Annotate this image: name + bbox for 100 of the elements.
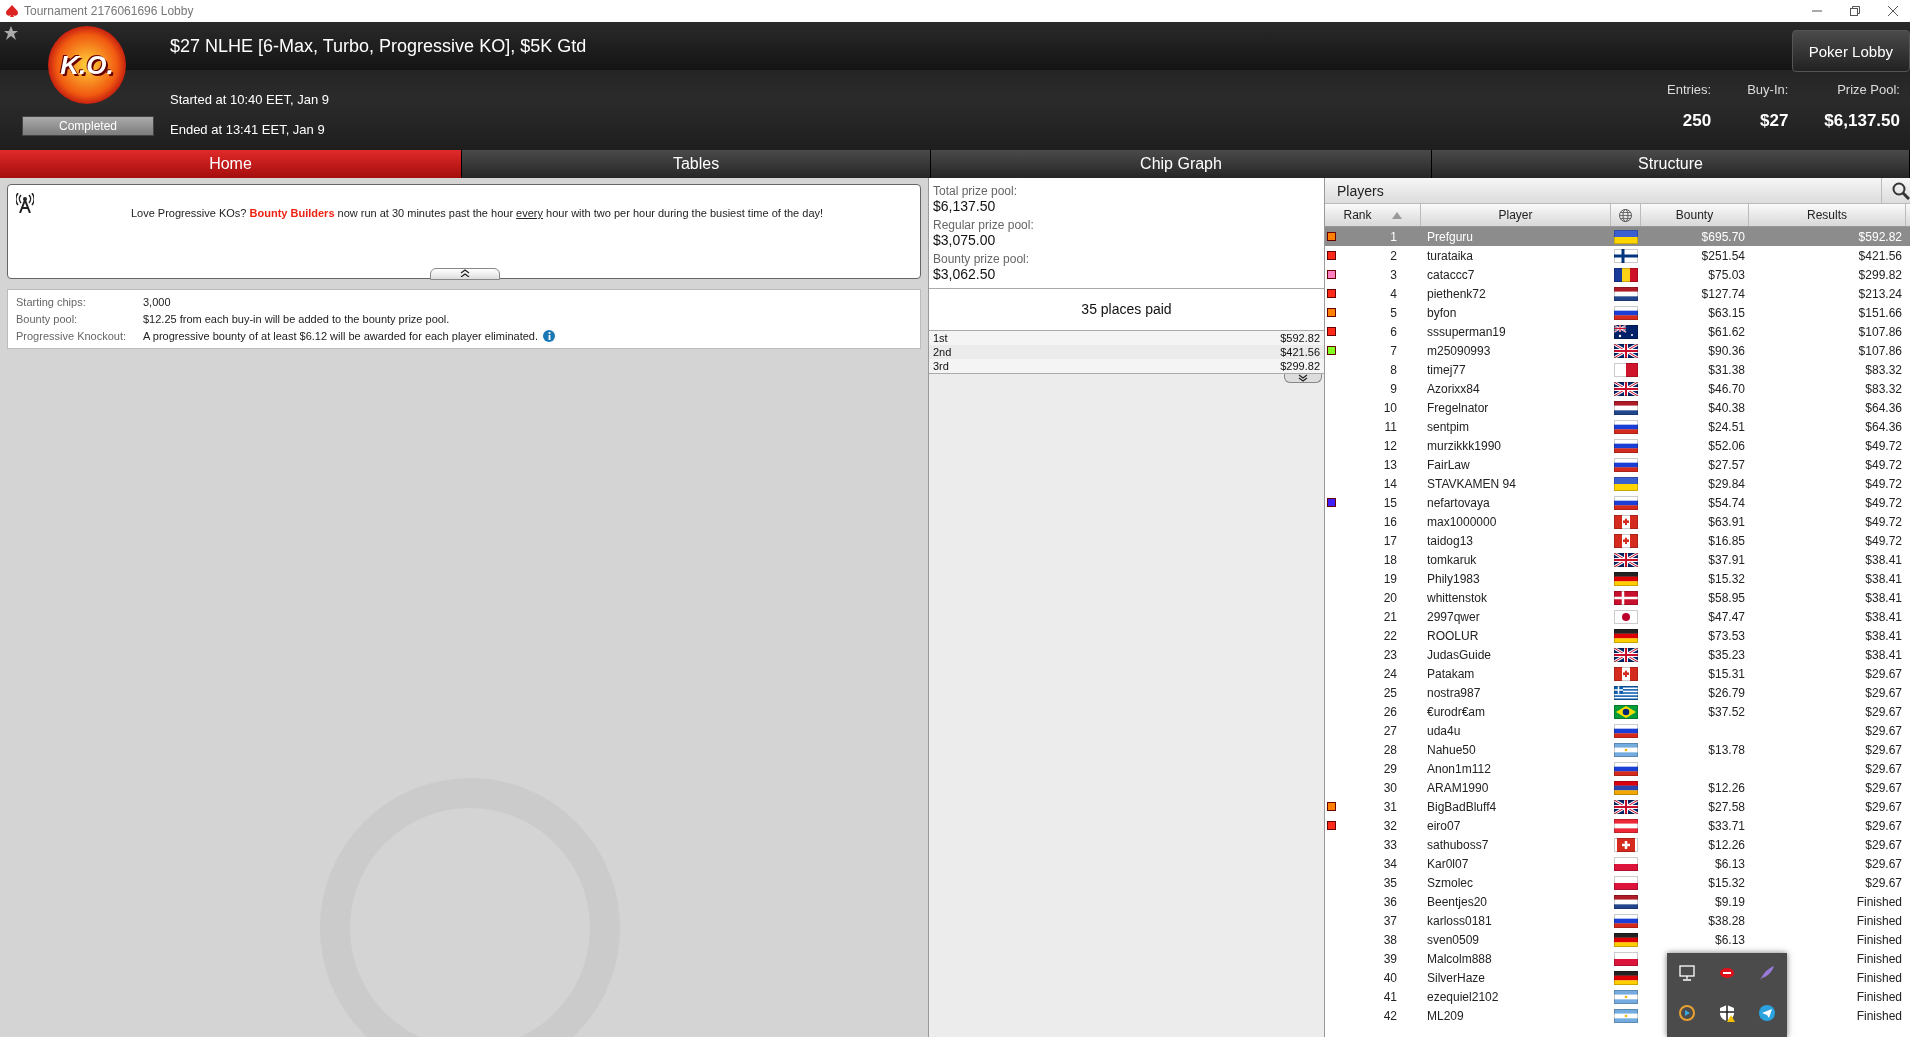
player-row[interactable]: 6 sssuperman19 $61.62 $107.86	[1325, 322, 1910, 341]
player-name: ezequiel2102	[1426, 989, 1500, 1004]
rank-cell-text: 16	[1382, 514, 1398, 529]
tab[interactable]: Tables	[462, 150, 931, 178]
expand-handle[interactable]	[1284, 374, 1322, 383]
bounty-cell-text: $24.51	[1708, 419, 1746, 434]
payout-amount: $592.82	[1280, 332, 1320, 344]
result-cell-text: Finished	[1856, 913, 1903, 928]
player-row[interactable]: 26 €urodr€am $37.52 $29.67	[1325, 702, 1910, 721]
rank-cell-text: 21	[1382, 609, 1398, 624]
player-row[interactable]: 40 SilverHaze Finished	[1325, 968, 1910, 987]
player-row[interactable]: 8 timej77 $31.38 $83.32	[1325, 360, 1910, 379]
flag-icon	[1614, 324, 1638, 339]
rank-cell-text: 19	[1382, 571, 1398, 586]
tab[interactable]: Structure	[1432, 150, 1910, 178]
player-row[interactable]: 7 m25090993 $90.36 $107.86	[1325, 341, 1910, 360]
tab[interactable]: Home	[0, 150, 462, 178]
bounty-cell-text: $27.57	[1708, 457, 1746, 472]
player-row[interactable]: 11 sentpim $24.51 $64.36	[1325, 417, 1910, 436]
player-row[interactable]: 33 sathuboss7 $12.26 $29.67	[1325, 835, 1910, 854]
info-icon[interactable]	[543, 330, 555, 342]
result-cell-text: $64.36	[1865, 419, 1903, 434]
player-row[interactable]: 35 Szmolec $15.32 $29.67	[1325, 873, 1910, 892]
payout-amount: $299.82	[1280, 360, 1320, 372]
player-row[interactable]: 12 murzikkk1990 $52.06 $49.72	[1325, 436, 1910, 455]
bounty-cell-text: $63.91	[1708, 514, 1746, 529]
player-row[interactable]: 32 eiro07 $33.71 $29.67	[1325, 816, 1910, 835]
player-row[interactable]: 27 uda4u $29.67	[1325, 721, 1910, 740]
player-row[interactable]: 16 max1000000 $63.91 $49.72	[1325, 512, 1910, 531]
result-cell-text: $38.41	[1865, 628, 1903, 643]
player-row[interactable]: 31 BigBadBluff4 $27.58 $29.67	[1325, 797, 1910, 816]
player-row[interactable]: 30 ARAM1990 $12.26 $29.67	[1325, 778, 1910, 797]
result-cell-text: $29.67	[1865, 742, 1903, 757]
player-row[interactable]: 22 ROOLUR $73.53 $38.41	[1325, 626, 1910, 645]
rank-cell-text: 26	[1382, 704, 1398, 719]
search-icon[interactable]	[1892, 181, 1910, 200]
bounty-cell-text: $46.70	[1708, 381, 1746, 396]
column-header[interactable]: Bounty	[1641, 204, 1749, 226]
player-row[interactable]: 4 piethenk72 $127.74 $213.24	[1325, 284, 1910, 303]
flag-icon	[1614, 837, 1638, 852]
collapse-handle[interactable]	[430, 268, 500, 280]
player-row[interactable]: 34 Kar0l07 $6.13 $29.67	[1325, 854, 1910, 873]
player-row[interactable]: 2 turataika $251.54 $421.56	[1325, 246, 1910, 265]
bounty-cell-text: $90.36	[1708, 343, 1746, 358]
result-cell-text: $29.67	[1865, 837, 1903, 852]
player-row[interactable]: 25 nostra987 $26.79 $29.67	[1325, 683, 1910, 702]
globe-icon[interactable]	[1619, 208, 1632, 222]
player-row[interactable]: 15 nefartovaya $54.74 $49.72	[1325, 493, 1910, 512]
player-row[interactable]: 24 Patakam $15.31 $29.67	[1325, 664, 1910, 683]
tab[interactable]: Chip Graph	[931, 150, 1432, 178]
player-row[interactable]: 37 karloss0181 $38.28 Finished	[1325, 911, 1910, 930]
player-row[interactable]: 29 Anon1m112 $29.67	[1325, 759, 1910, 778]
result-cell-text: $49.72	[1865, 438, 1903, 453]
shield-warning-icon[interactable]	[1717, 1003, 1737, 1023]
feather-icon[interactable]	[1757, 963, 1777, 983]
result-cell-text: $29.67	[1865, 685, 1903, 700]
flag-icon	[1614, 704, 1638, 719]
player-row[interactable]: 3 cataccc7 $75.03 $299.82	[1325, 265, 1910, 284]
player-row[interactable]: 41 ezequiel2102 Finished	[1325, 987, 1910, 1006]
rank-cell-text: 29	[1382, 761, 1398, 776]
restore-icon[interactable]	[1850, 6, 1860, 16]
player-name: FairLaw	[1426, 457, 1471, 472]
rank-cell-text: 3	[1389, 267, 1398, 282]
flag-icon	[1614, 362, 1638, 377]
result-cell-text: $83.32	[1865, 362, 1903, 377]
flag-icon	[1614, 666, 1638, 681]
column-header[interactable]: Rank	[1325, 204, 1421, 226]
player-row[interactable]: 19 Phily1983 $15.32 $38.41	[1325, 569, 1910, 588]
player-row[interactable]: 9 Azorixx84 $46.70 $83.32	[1325, 379, 1910, 398]
player-row[interactable]: 18 tomkaruk $37.91 $38.41	[1325, 550, 1910, 569]
result-cell-text: $592.82	[1858, 229, 1903, 244]
player-row[interactable]: 28 Nahue50 $13.78 $29.67	[1325, 740, 1910, 759]
player-row[interactable]: 14 STAVKAMEN 94 $29.84 $49.72	[1325, 474, 1910, 493]
column-header[interactable]: Player	[1421, 204, 1611, 226]
bounty-cell-text: $54.74	[1708, 495, 1746, 510]
player-row[interactable]: 39 Malcolm888 Finished	[1325, 949, 1910, 968]
close-icon[interactable]	[1888, 6, 1898, 16]
pool-value: $3,062.50	[933, 266, 997, 282]
player-row[interactable]: 5 byfon $63.15 $151.66	[1325, 303, 1910, 322]
pool-value: $6,137.50	[933, 198, 997, 214]
player-row[interactable]: 17 taidog13 $16.85 $49.72	[1325, 531, 1910, 550]
player-row[interactable]: 10 Fregelnator $40.38 $64.36	[1325, 398, 1910, 417]
flag-icon	[1614, 647, 1638, 662]
paper-plane-icon[interactable]	[1757, 1003, 1777, 1023]
player-name: sven0509	[1426, 932, 1481, 947]
flag-icon	[1614, 989, 1638, 1004]
ring-play-icon[interactable]	[1677, 1003, 1697, 1023]
player-row[interactable]: 36 Beentjes20 $9.19 Finished	[1325, 892, 1910, 911]
player-name: Phily1983	[1426, 571, 1481, 586]
player-name: 2997qwer	[1426, 609, 1481, 624]
player-row[interactable]: 13 FairLaw $27.57 $49.72	[1325, 455, 1910, 474]
player-row[interactable]: 20 whittenstok $58.95 $38.41	[1325, 588, 1910, 607]
player-row[interactable]: 23 JudasGuide $35.23 $38.41	[1325, 645, 1910, 664]
monitor-icon[interactable]	[1677, 963, 1697, 983]
rank-cell-text: 7	[1389, 343, 1398, 358]
player-row[interactable]: 42 ML209 Finished	[1325, 1006, 1910, 1025]
player-row[interactable]: 38 sven0509 $6.13 Finished	[1325, 930, 1910, 949]
player-row[interactable]: 21 2997qwer $47.47 $38.41	[1325, 607, 1910, 626]
poker-lobby-button[interactable]: Poker Lobby	[1791, 30, 1910, 72]
column-header[interactable]: Results	[1749, 204, 1906, 226]
